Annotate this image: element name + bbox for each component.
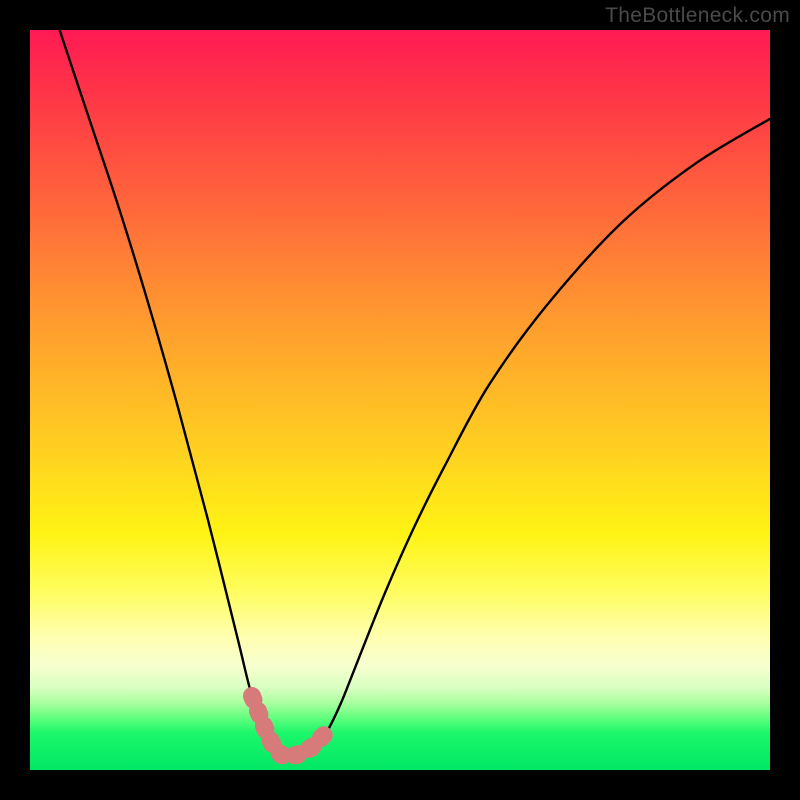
plot-area <box>30 30 770 770</box>
bottleneck-curve <box>60 30 770 756</box>
chart-frame: TheBottleneck.com <box>0 0 800 800</box>
watermark-text: TheBottleneck.com <box>605 4 790 28</box>
optimal-zone-highlight <box>252 696 326 755</box>
curve-svg <box>30 30 770 770</box>
